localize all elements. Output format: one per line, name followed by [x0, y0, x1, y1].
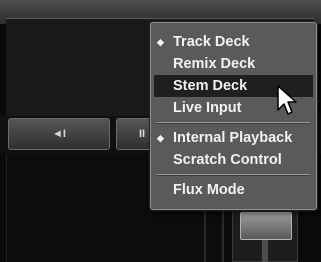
menu-item-remix-deck[interactable]: Remix Deck: [154, 53, 313, 75]
checkmark-icon: ◆: [157, 37, 164, 47]
menu-item-label: Live Input: [173, 100, 242, 116]
arrow-pointer-icon: [277, 85, 297, 115]
menu-item-flux-mode[interactable]: Flux Mode: [154, 179, 313, 201]
menu-item-label: Track Deck: [173, 34, 250, 50]
menu-item-track-deck[interactable]: ◆ Track Deck: [154, 31, 313, 53]
menu-item-scratch-control[interactable]: Scratch Control: [154, 149, 313, 171]
menu-item-label: Stem Deck: [173, 78, 248, 94]
menu-item-label: Remix Deck: [173, 56, 256, 72]
checkmark-icon: ◆: [157, 133, 164, 143]
menu-item-label: Scratch Control: [173, 152, 282, 168]
menu-separator: [157, 122, 310, 124]
menu-separator: [157, 174, 310, 176]
cue-button[interactable]: ◄I: [8, 118, 110, 150]
pause-icon: II: [139, 128, 146, 140]
tempo-fader-handle[interactable]: [240, 212, 292, 240]
menu-item-label: Internal Playback: [173, 130, 293, 146]
menu-item-label: Flux Mode: [173, 182, 245, 198]
cue-icon: ◄I: [52, 128, 66, 140]
menu-item-internal-playback[interactable]: ◆ Internal Playback: [154, 127, 313, 149]
